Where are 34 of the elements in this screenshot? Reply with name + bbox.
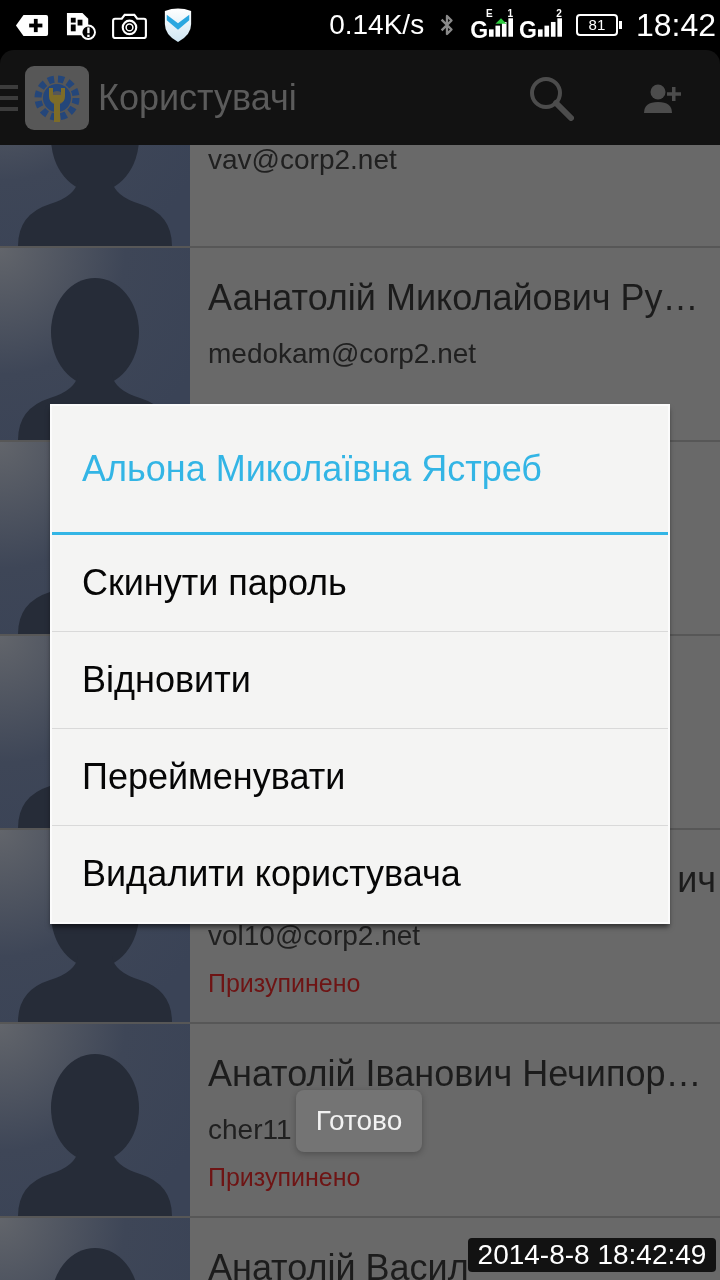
- screen-title: Користувачі: [98, 76, 297, 119]
- app-logo-icon[interactable]: [25, 65, 89, 130]
- camera-icon: [112, 11, 147, 39]
- user-email: vol10@corp2.net: [208, 919, 421, 953]
- add-user-icon[interactable]: [644, 82, 682, 113]
- network-speed: 0.14K/s: [329, 9, 425, 41]
- user-list-item[interactable]: vav@corp2.net: [0, 145, 720, 248]
- user-status: Призупинено: [208, 1162, 361, 1193]
- user-status: Призупинено: [208, 968, 361, 999]
- toast-message: Готово: [296, 1090, 422, 1152]
- network-type-label: G: [470, 19, 489, 41]
- user-email: medokam@corp2.net: [208, 337, 477, 371]
- network-type-label: G: [519, 19, 537, 41]
- user-name: Аанатолій Миколайович Ру…: [208, 276, 699, 320]
- search-icon[interactable]: [528, 74, 574, 121]
- sim-number-label: 2: [556, 9, 562, 19]
- user-name: ич: [677, 858, 716, 902]
- menu-item[interactable]: Скинути пароль: [52, 535, 668, 632]
- clock: 18:42: [635, 7, 716, 43]
- user-email: cher11: [208, 1113, 292, 1147]
- user-name: Анатолій Васил: [208, 1246, 469, 1280]
- menu-item[interactable]: Перейменувати: [52, 729, 668, 826]
- menu-icon[interactable]: [0, 84, 18, 111]
- dialog-title: Альона Миколаївна Ястреб: [82, 447, 542, 491]
- user-email: vav@corp2.net: [208, 145, 397, 177]
- sim-alert-icon: [65, 10, 96, 40]
- sim-number-label: 1: [507, 9, 514, 19]
- notification-plus-icon: [15, 13, 49, 37]
- timestamp-label: 2014-8-8 18:42:49: [468, 1238, 716, 1272]
- shield-icon: [163, 7, 193, 43]
- data-type-label: E: [486, 9, 493, 19]
- menu-item[interactable]: Відновити: [52, 632, 668, 729]
- signal-bars-icon: [537, 18, 562, 37]
- signal-bars-icon: [489, 18, 514, 37]
